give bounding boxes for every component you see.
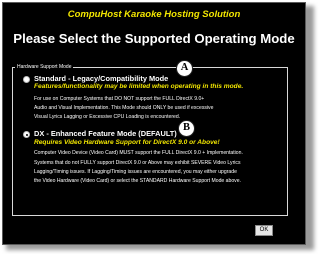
dx-mode-desc-line: Computer Video Device (Video Card) MUST … bbox=[34, 150, 243, 156]
app-title: CompuHost Karaoke Hosting Solution bbox=[67, 9, 241, 20]
callout-marker-a: A bbox=[176, 60, 193, 77]
standard-mode-warning: Features/functionality may be limited wh… bbox=[34, 83, 244, 90]
page-title: Please Select the Supported Operating Mo… bbox=[13, 31, 295, 46]
standard-mode-desc-line: Visual Lyrics Lagging or Excessive CPU L… bbox=[34, 114, 181, 120]
dialog-window: CompuHost Karaoke Hosting Solution Pleas… bbox=[2, 2, 306, 245]
dx-mode-desc-line: Systems that do not FULLY support Direct… bbox=[34, 160, 241, 166]
standard-mode-radio[interactable] bbox=[23, 76, 30, 83]
dx-mode-warning: Requires Video Hardware Support for Dire… bbox=[34, 139, 220, 146]
standard-mode-title[interactable]: Standard - Legacy/Compatibility Mode bbox=[34, 74, 168, 83]
dx-mode-desc-line: the Video Hardware (Video Card) or selec… bbox=[34, 178, 241, 184]
dx-mode-title[interactable]: DX - Enhanced Feature Mode (DEFAULT) bbox=[34, 129, 177, 138]
ok-button[interactable]: OK bbox=[255, 225, 273, 236]
hardware-support-mode-group: Hardware Support Mode Standard - Legacy/… bbox=[12, 64, 288, 216]
standard-mode-desc-line: For use on Computer Systems that DO NOT … bbox=[34, 96, 205, 102]
dx-mode-desc-line: Lagging/Timing issues. If Lagging/Timing… bbox=[34, 169, 237, 175]
callout-marker-b: B bbox=[178, 120, 195, 137]
dx-mode-radio[interactable] bbox=[23, 131, 30, 138]
standard-mode-desc-line: Audio and Visual Implementation. This Mo… bbox=[34, 105, 214, 111]
group-legend: Hardware Support Mode bbox=[17, 64, 72, 70]
